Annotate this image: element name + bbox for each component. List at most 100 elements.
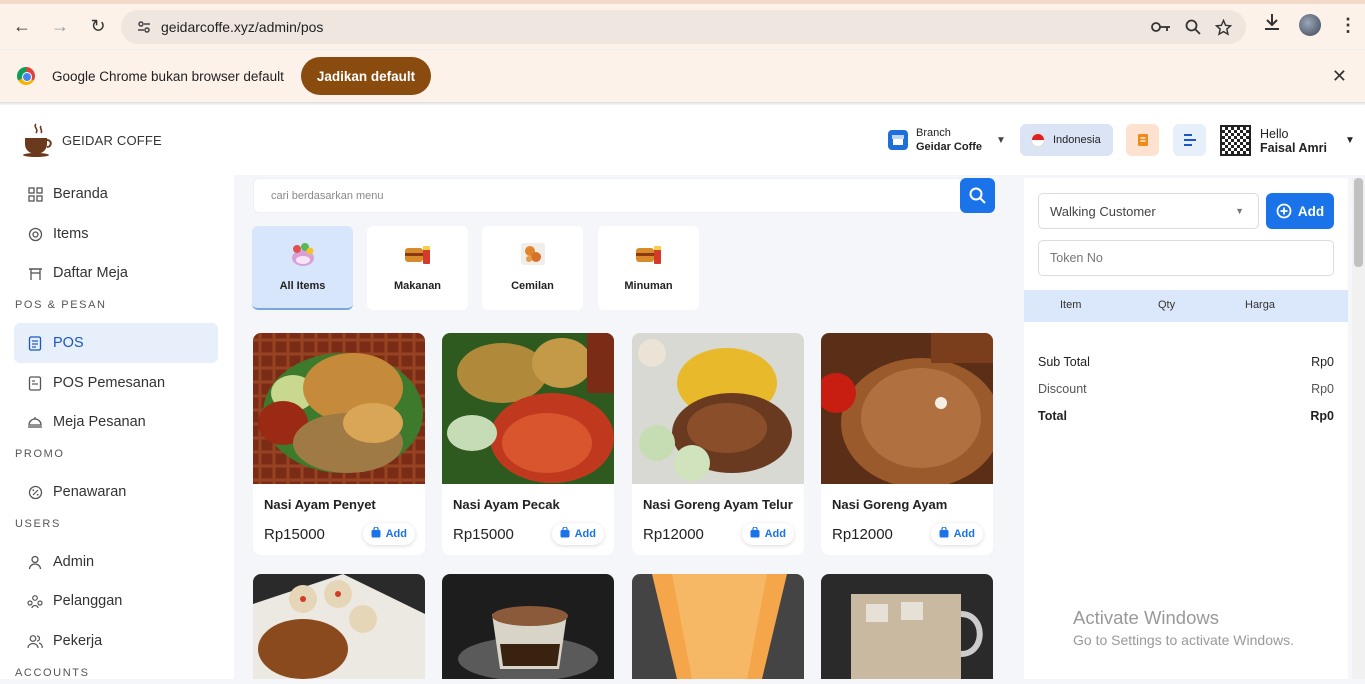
sidebar-item-label: Penawaran — [53, 484, 127, 500]
add-to-cart-button[interactable]: Add — [362, 523, 415, 545]
menu-toggle-button[interactable] — [1173, 124, 1206, 156]
back-button[interactable]: ← — [4, 9, 40, 45]
sidebar-item-beranda[interactable]: Beranda — [14, 174, 218, 214]
download-icon[interactable] — [1263, 13, 1281, 36]
sidebar-item-label: Pelanggan — [53, 593, 123, 609]
orders-button[interactable] — [1126, 124, 1159, 156]
indonesia-flag-icon — [1031, 133, 1045, 147]
close-icon[interactable]: ✕ — [1332, 66, 1347, 87]
address-bar[interactable]: geidarcoffe.xyz/admin/pos — [121, 10, 1246, 44]
category-makanan[interactable]: Makanan — [367, 226, 468, 310]
product-image[interactable] — [632, 574, 804, 684]
section-heading-promo: PROMO — [15, 448, 65, 460]
category-label: Cemilan — [511, 280, 554, 292]
sidebar-item-label: Admin — [53, 554, 95, 570]
category-minuman[interactable]: Minuman — [598, 226, 699, 310]
product-image — [632, 333, 804, 484]
site-settings-icon[interactable] — [129, 19, 159, 35]
product-image[interactable] — [442, 574, 614, 684]
dining-icon — [24, 415, 46, 429]
search-button[interactable] — [960, 178, 995, 213]
product-card[interactable]: Nasi Ayam Penyet Rp15000 Add — [253, 333, 425, 555]
discount-row: Discount Rp0 — [1038, 382, 1334, 396]
url-text[interactable]: geidarcoffe.xyz/admin/pos — [161, 19, 1151, 35]
employees-icon — [24, 634, 46, 649]
sidebar-item-meja-pesanan[interactable]: Meja Pesanan — [14, 402, 218, 442]
browser-toolbar: ← → ↻ geidarcoffe.xyz/admin/pos ⋮ — [0, 4, 1365, 49]
sidebar-item-penawaran[interactable]: Penawaran — [14, 472, 218, 512]
subtotal-label: Sub Total — [1038, 355, 1090, 369]
category-cemilan[interactable]: Cemilan — [482, 226, 583, 310]
scrollbar[interactable] — [1352, 178, 1365, 679]
sidebar-item-pelanggan[interactable]: Pelanggan — [14, 581, 218, 621]
sidebar-item-pos[interactable]: POS — [14, 323, 218, 363]
chevron-down-icon: ▼ — [1344, 135, 1355, 146]
bookmark-star-icon[interactable] — [1215, 18, 1232, 36]
section-heading-accounts: ACCOUNTS — [15, 667, 90, 679]
search-input[interactable] — [271, 189, 951, 202]
add-to-cart-button[interactable]: Add — [551, 523, 604, 545]
more-menu-icon[interactable]: ⋮ — [1339, 16, 1357, 34]
key-icon[interactable] — [1151, 20, 1171, 34]
food-icon — [404, 246, 430, 264]
add-to-cart-button[interactable]: Add — [741, 523, 794, 545]
logo[interactable]: GEIDAR COFFE — [22, 122, 162, 158]
customer-select[interactable]: Walking Customer ▼ — [1038, 193, 1259, 229]
set-default-button[interactable]: Jadikan default — [300, 57, 432, 95]
subtotal-row: Sub Total Rp0 — [1038, 355, 1334, 369]
coffee-cup-icon — [23, 123, 52, 157]
add-to-cart-button[interactable]: Add — [930, 523, 983, 545]
product-card[interactable]: Nasi Goreng Ayam Rp12000 Add — [821, 333, 993, 555]
bag-icon — [750, 526, 760, 541]
sidebar-item-daftar-meja[interactable]: Daftar Meja — [14, 253, 218, 293]
chevron-down-icon: ▼ — [996, 134, 1006, 146]
add-label: Add — [574, 528, 596, 540]
total-label: Total — [1038, 409, 1067, 423]
product-card[interactable]: Nasi Ayam Pecak Rp15000 Add — [442, 333, 614, 555]
cart-panel: Walking Customer ▼ Add Token No Item Qty… — [1024, 178, 1348, 679]
sidebar-item-admin[interactable]: Admin — [14, 542, 218, 582]
sidebar-item-items[interactable]: Items — [14, 214, 218, 254]
grid-icon — [24, 186, 46, 202]
category-all-items[interactable]: All Items — [252, 226, 353, 310]
align-left-icon — [1183, 134, 1196, 146]
product-image[interactable] — [253, 574, 425, 684]
language-label: Indonesia — [1053, 134, 1101, 146]
sidebar-item-pos-pemesanan[interactable]: POS Pemesanan — [14, 363, 218, 403]
forward-button[interactable]: → — [42, 9, 78, 45]
token-input[interactable]: Token No — [1038, 240, 1334, 276]
all-items-icon — [291, 243, 314, 266]
default-browser-infobar: Google Chrome bukan browser default Jadi… — [0, 49, 1365, 102]
sidebar: Beranda Items Daftar Meja POS & PESAN PO… — [0, 158, 234, 679]
scrollbar-thumb[interactable] — [1354, 178, 1363, 267]
sidebar-item-label: POS Pemesanan — [53, 375, 166, 391]
sidebar-item-label: Beranda — [53, 186, 108, 202]
branch-selector[interactable]: Branch Geidar Coffe ▼ — [888, 126, 1006, 154]
column-harga: Harga — [1245, 299, 1275, 311]
reload-icon: ↻ — [90, 16, 106, 36]
receipt-icon — [1137, 134, 1148, 146]
snack-icon — [520, 243, 545, 265]
product-image[interactable] — [821, 574, 993, 684]
language-selector[interactable]: Indonesia — [1020, 124, 1113, 156]
product-card[interactable]: Nasi Goreng Ayam Telur Rp12000 Add — [632, 333, 804, 555]
offer-icon — [24, 485, 46, 500]
product-price: Rp15000 — [264, 526, 325, 543]
product-price: Rp12000 — [643, 526, 704, 543]
chevron-down-icon: ▼ — [1235, 206, 1244, 216]
menu-search — [253, 178, 995, 213]
sidebar-item-label: Meja Pesanan — [53, 414, 146, 430]
profile-avatar-icon[interactable] — [1299, 13, 1321, 36]
token-placeholder: Token No — [1050, 251, 1103, 265]
add-customer-button[interactable]: Add — [1266, 193, 1334, 229]
reload-button[interactable]: ↻ — [80, 9, 116, 45]
category-label: Makanan — [393, 280, 442, 292]
category-label: Minuman — [624, 280, 673, 292]
zoom-icon[interactable] — [1185, 19, 1201, 35]
store-icon — [888, 130, 908, 150]
sidebar-item-pekerja[interactable]: Pekerja — [14, 621, 218, 661]
bag-icon — [560, 526, 570, 541]
user-menu[interactable]: Hello Faisal Amri ▼ — [1220, 125, 1355, 156]
add-label: Add — [953, 528, 975, 540]
category-label: All Items — [279, 280, 326, 292]
